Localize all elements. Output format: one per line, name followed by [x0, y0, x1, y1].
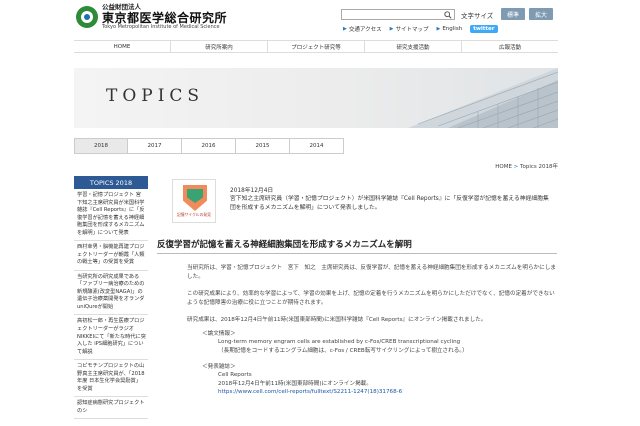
- article-heading: 反復学習が記憶を蓄える神経細胞集団を形成するメカニズムを解明: [157, 238, 557, 254]
- fontsize-large-button[interactable]: 拡大: [529, 8, 553, 20]
- paper-title-ja: （長期記憶をコードするエングラム細胞は、c-Fos / CREB転写サイクリング…: [218, 347, 468, 354]
- nav-pr[interactable]: 広報活動: [461, 41, 558, 52]
- logo-mark-icon: [76, 5, 98, 28]
- logo-en: Tokyo Metropolitan Institute of Medical …: [102, 23, 220, 30]
- main-content: 記憶サイクルの発見 2018年12月4日 宮下知之主席研究員（学習・記憶プロジェ…: [157, 176, 557, 395]
- search-icon[interactable]: [442, 9, 454, 20]
- arrow-right-icon: ▶: [436, 26, 441, 32]
- nav-support[interactable]: 研究支援活動: [364, 41, 461, 52]
- tab-2017[interactable]: 2017: [128, 138, 182, 154]
- journal-name: Cell Reports: [218, 372, 252, 378]
- sidebar-item[interactable]: コピモチンプロジェクトの山野真主主席研究員が、「2018年度 日本生化学会奨励賞…: [74, 360, 148, 398]
- breadcrumb-current: Topics 2018年: [520, 164, 558, 170]
- english-link[interactable]: ▶ English: [436, 26, 462, 32]
- nav-projects[interactable]: プロジェクト研究等: [267, 41, 364, 52]
- sidebar-item[interactable]: 認知症病態研究プロジェクトのシ: [74, 397, 148, 420]
- topics-banner: TOPICS: [74, 68, 558, 128]
- fontsize-label: 文字サイズ: [461, 12, 494, 20]
- publication-date: 2018年12月4日午前11時(米国東部時間)にオンライン掲載。: [218, 380, 372, 387]
- nav-home[interactable]: HOME: [74, 41, 170, 52]
- journal-info: Cell Reports 2018年12月4日午前11時(米国東部時間)にオンラ…: [218, 371, 548, 397]
- entry-date: 2018年12月4日: [230, 188, 274, 194]
- tab-2016[interactable]: 2016: [182, 138, 236, 154]
- paper-info: Long-term memory engram cells are establ…: [218, 338, 548, 355]
- building-image: [408, 68, 558, 128]
- journal-label: ＜発表雑誌＞: [202, 364, 236, 370]
- sidebar-item[interactable]: 高初松一郎・再生医療プロジェクトリーダーがラジオNIKKEIにて「新たな時代に突…: [74, 315, 148, 361]
- topic-entry: 記憶サイクルの発見 2018年12月4日 宮下知之主席研究員（学習・記憶プロジェ…: [157, 176, 557, 234]
- breadcrumb-separator: >: [511, 164, 521, 170]
- topic-thumbnail: 記憶サイクルの発見: [172, 179, 216, 223]
- site-logo[interactable]: 公益財団法人 東京都医学総合研究所 Tokyo Metropolitan Ins…: [76, 4, 227, 30]
- article-paragraph: 研究成果は、2018年12月4日午前11時(米国東部時間)に米国科学雑誌『Cel…: [187, 317, 487, 323]
- article-url-link[interactable]: https://www.cell.com/cell-reports/fullte…: [218, 388, 548, 397]
- paper-title-en: Long-term memory engram cells are establ…: [218, 339, 461, 345]
- sitemap-link[interactable]: ▶ サイトマップ: [390, 25, 429, 33]
- sidebar-item[interactable]: 西村幸男・脳機能再建プロジェクトリーダーが朝霞「人類の戦士等」の受賞を受賞: [74, 241, 148, 271]
- fontsize-standard-button[interactable]: 標準: [501, 8, 525, 20]
- logo-corp: 公益財団法人: [102, 3, 141, 11]
- access-link[interactable]: ▶ 交通アクセス: [343, 25, 382, 33]
- twitter-button[interactable]: twitter: [470, 25, 498, 33]
- arrow-right-icon: ▶: [389, 26, 394, 32]
- utility-links: ▶ 交通アクセス ▶ サイトマップ ▶ English twitter: [343, 25, 498, 33]
- global-nav: HOME 研究所案内 プロジェクト研究等 研究支援活動 広報活動: [74, 40, 558, 53]
- breadcrumb: HOME > Topics 2018年: [495, 162, 558, 170]
- paper-info-label: ＜論文情報＞: [202, 331, 236, 337]
- tab-2014[interactable]: 2014: [290, 138, 344, 154]
- article-paragraph: 当研究所は、学習・記憶プロジェクト 宮下 知之 主席研究員は、反復学習が、記憶を…: [187, 265, 556, 280]
- logo-name: 東京都医学総合研究所: [102, 10, 228, 25]
- site-header: 公益財団法人 東京都医学総合研究所 Tokyo Metropolitan Ins…: [0, 0, 640, 38]
- nav-about[interactable]: 研究所案内: [170, 41, 267, 52]
- year-tabs: 2018 2017 2016 2015 2014: [74, 138, 344, 154]
- tab-2018[interactable]: 2018: [74, 138, 128, 154]
- tab-2015[interactable]: 2015: [236, 138, 290, 154]
- search-input[interactable]: [341, 9, 455, 20]
- sidebar: TOPICS 2018 学習・記憶プロジェクト 宮下知之主席研究員が米国科学雑誌…: [74, 176, 148, 420]
- arrow-right-icon: ▶: [343, 26, 347, 32]
- sidebar-item[interactable]: 学習・記憶プロジェクト 宮下知之主席研究員が米国科学雑誌『Cell Report…: [74, 189, 148, 242]
- breadcrumb-home[interactable]: HOME: [495, 164, 512, 170]
- thumbnail-caption: 記憶サイクルの発見: [177, 212, 211, 217]
- entry-summary: 宮下知之主席研究員（学習・記憶プロジェクト）が米国科学雑誌『Cell Repor…: [230, 196, 549, 211]
- banner-title: TOPICS: [106, 86, 205, 106]
- sidebar-item[interactable]: 当研究所の研究成果である「ファブリー病治療のための新規酵素(改変型NAGA)」の…: [74, 270, 148, 316]
- sidebar-title: TOPICS 2018: [74, 176, 148, 189]
- article-paragraph: この研究成果により、効率的な学習によって、学習の効果を上げ、記憶の定着を行うメカ…: [187, 291, 555, 306]
